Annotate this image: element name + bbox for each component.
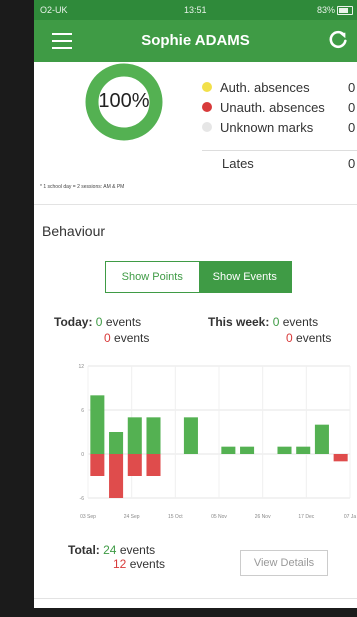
legend-dot-unauth-absences (202, 102, 212, 112)
x-tick-label: 24 Sep (124, 514, 140, 520)
total-negative-row: 12 events (68, 557, 165, 571)
positive-bar (240, 446, 255, 454)
positive-bar (296, 446, 311, 454)
carrier-label: O2-UK (40, 5, 68, 15)
week-positive-unit: events (282, 315, 319, 329)
legend-value-unknown-marks: 0 (348, 120, 356, 135)
positive-bar (146, 417, 161, 454)
x-tick-label: 07 Ja (344, 514, 356, 520)
status-bar: O2-UK 13:51 83% (34, 0, 357, 20)
total-negative-value: 12 (113, 557, 127, 571)
app-header: Sophie ADAMS (34, 20, 357, 62)
negative-bar (90, 454, 105, 476)
lates-value: 0 (348, 156, 356, 171)
positive-bar (183, 417, 198, 454)
y-tick-label: 0 (81, 452, 84, 458)
legend-label-auth-absences: Auth. absences (220, 80, 310, 95)
legend-label-unauth-absences: Unauth. absences (220, 100, 325, 115)
positive-bar (277, 446, 292, 454)
lates-label: Lates (222, 156, 254, 171)
total-label: Total: (68, 543, 100, 557)
legend-dot-auth-absences (202, 82, 212, 92)
positive-bar (127, 417, 142, 454)
total-counts: Total: 24 events 12 events (68, 543, 165, 571)
refresh-icon[interactable] (327, 29, 349, 51)
negative-bar (109, 454, 124, 498)
today-negative-unit: events (114, 331, 150, 345)
x-tick-label: 03 Sep (80, 514, 96, 520)
behaviour-events-chart: 12 6 0 -6 03 Sep 24 Sep 15 Oct 05 Nov 26 Nov 17 D… (78, 364, 356, 520)
y-tick-label: 12 (78, 364, 84, 370)
legend-label-unknown-marks: Unknown marks (220, 120, 314, 135)
week-positive-value: 0 (272, 315, 280, 329)
week-label: This week: (208, 315, 270, 329)
today-negative-count: 0 events (104, 331, 149, 345)
legend-value-unauth-absences: 0 (348, 100, 356, 115)
show-events-button[interactable]: Show Events (198, 262, 291, 292)
view-details-button[interactable]: View Details (240, 550, 328, 576)
bottom-divider (34, 598, 357, 599)
behaviour-heading: Behaviour (42, 223, 106, 239)
lates-row: Lates 0 (202, 150, 357, 171)
negative-bar (127, 454, 142, 476)
x-tick-label: 05 Nov (211, 514, 227, 520)
clock-label: 13:51 (184, 5, 207, 15)
x-tick-label: 15 Oct (168, 514, 183, 520)
y-tick-label: 6 (81, 408, 84, 414)
week-negative-value: 0 (286, 331, 293, 345)
page-title: Sophie ADAMS (141, 32, 250, 49)
total-positive-row: Total: 24 events (68, 543, 165, 557)
today-label: Today: (54, 315, 93, 329)
legend-dot-unknown-marks (202, 122, 212, 132)
attendance-footnote: * 1 school day = 2 sessions: AM & PM (40, 184, 125, 190)
points-events-toggle: Show Points Show Events (105, 261, 292, 293)
today-negative-value: 0 (104, 331, 111, 345)
section-divider (34, 204, 357, 205)
week-negative-unit: events (296, 331, 332, 345)
attendance-percentage: 100% (98, 90, 150, 112)
phone-screen: O2-UK 13:51 83% Sophie ADAMS 100% Auth. … (34, 0, 357, 608)
week-positive-count: This week: 0 events (208, 315, 318, 329)
x-tick-label: 26 Nov (255, 514, 271, 520)
x-tick-label: 17 Dec (298, 514, 314, 520)
battery-icon (337, 6, 353, 15)
total-positive-unit: events (119, 543, 156, 557)
negative-bar (333, 454, 348, 462)
battery-percent: 83% (316, 5, 335, 15)
positive-bar (314, 424, 329, 454)
y-tick-label: -6 (80, 496, 85, 502)
total-positive-value: 24 (103, 543, 117, 557)
positive-bar (221, 446, 236, 454)
positive-bar (109, 432, 124, 454)
week-negative-count: 0 events (286, 331, 331, 345)
today-positive-count: Today: 0 events (54, 315, 141, 329)
today-positive-unit: events (105, 315, 142, 329)
today-positive-value: 0 (95, 315, 103, 329)
positive-bar (90, 395, 105, 454)
legend-value-auth-absences: 0 (348, 80, 356, 95)
show-points-button[interactable]: Show Points (106, 262, 199, 292)
total-negative-unit: events (129, 557, 166, 571)
negative-bar (146, 454, 161, 476)
